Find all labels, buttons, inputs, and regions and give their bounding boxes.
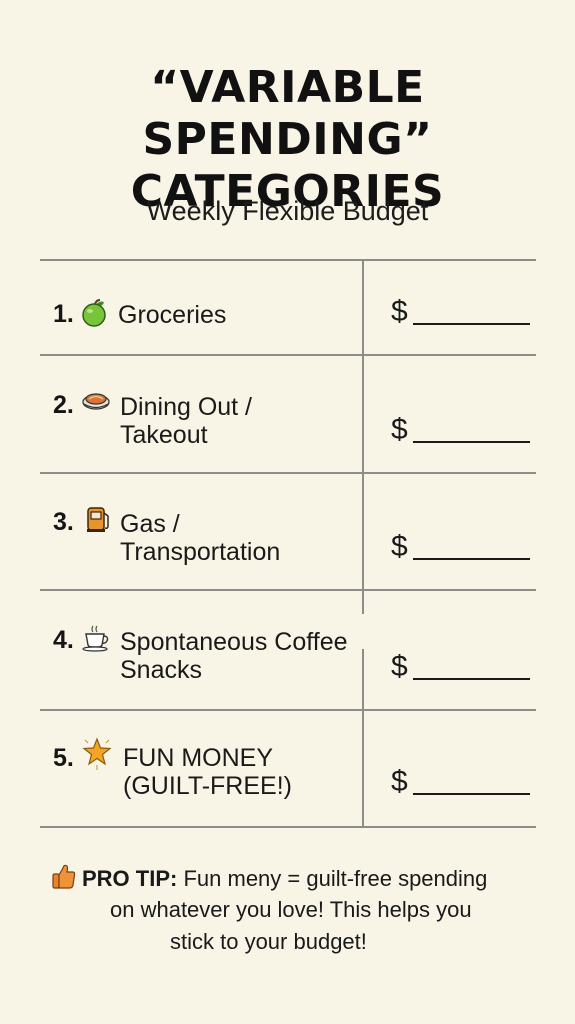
amount-prefix: $ (391, 413, 408, 446)
row-label: Dining Out / Takeout (120, 393, 253, 449)
table-rule-top (40, 259, 536, 261)
amount-blank[interactable] (413, 441, 530, 443)
table-rule-bottom (40, 826, 536, 828)
star-icon (82, 737, 112, 770)
coffee-cup-icon (81, 623, 111, 653)
amount-prefix: $ (391, 765, 408, 798)
amount-blank[interactable] (413, 558, 530, 560)
table-rule (40, 589, 536, 591)
row-number: 1. (53, 300, 74, 328)
column-divider (362, 259, 364, 614)
amount-prefix: $ (391, 295, 408, 328)
row-number: 3. (53, 508, 74, 536)
table-rule (40, 472, 536, 474)
table-rule (40, 354, 536, 356)
green-apple-icon (80, 298, 110, 328)
amount-blank[interactable] (413, 678, 530, 680)
budget-table: 1. Groceries $ 2. Dining Out / Takeout $… (40, 259, 536, 828)
pro-tip-text-1: Fun meny = guilt-free spending (183, 866, 488, 891)
pro-tip-label: PRO TIP: (82, 866, 178, 891)
amount-prefix: $ (391, 530, 408, 563)
row-label: Groceries (118, 301, 227, 329)
row-number: 5. (53, 744, 74, 772)
page-subtitle: Weekly Flexible Budget (146, 196, 429, 226)
column-divider (362, 649, 364, 828)
amount-blank[interactable] (413, 793, 530, 795)
row-number: 2. (53, 391, 74, 419)
thumbs-up-icon (52, 862, 76, 890)
amount-prefix: $ (391, 650, 408, 683)
row-number: 4. (53, 626, 74, 654)
table-rule (40, 709, 536, 711)
title-line-1: “VARIABLE SPENDING” (142, 62, 433, 165)
row-label: FUN MONEY (GUILT-FREE!) (123, 744, 292, 800)
fuel-pump-icon (82, 504, 112, 534)
pro-tip-text-2: on whatever you love! This helps you (110, 897, 472, 922)
page-title: “VARIABLE SPENDING” CATEGORIES (0, 62, 575, 218)
pie-dish-icon (81, 387, 111, 417)
row-label: Spontaneous Coffee Snacks (120, 628, 348, 684)
pro-tip-text-3: stick to your budget! (170, 929, 367, 954)
amount-blank[interactable] (413, 323, 530, 325)
row-label: Gas / Transportation (120, 510, 281, 566)
